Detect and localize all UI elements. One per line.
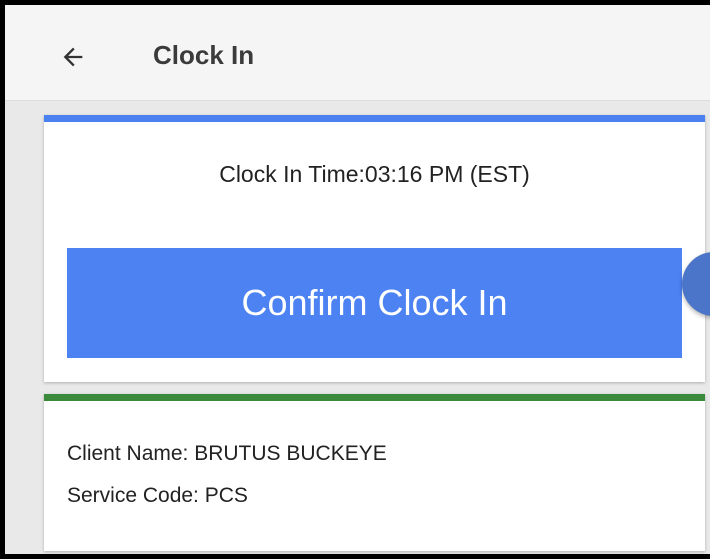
page-title: Clock In bbox=[153, 40, 255, 70]
client-name: Client Name: BRUTUS BUCKEYE bbox=[67, 442, 387, 465]
screen: Clock In Clock In Time:03:16 PM (EST) Co… bbox=[5, 5, 710, 554]
clock-in-card: Clock In Time:03:16 PM (EST) Confirm Clo… bbox=[44, 115, 705, 382]
client-info-card: Client Name: BRUTUS BUCKEYE Service Code… bbox=[44, 394, 705, 551]
back-button[interactable] bbox=[49, 33, 97, 81]
arrow-left-icon bbox=[63, 47, 83, 67]
confirm-clock-in-label: Confirm Clock In bbox=[241, 282, 508, 323]
clock-in-time: Clock In Time:03:16 PM (EST) bbox=[219, 161, 530, 187]
app-bar: Clock In bbox=[5, 5, 710, 101]
confirm-clock-in-button[interactable]: Confirm Clock In bbox=[67, 248, 682, 358]
service-code: Service Code: PCS bbox=[67, 484, 248, 507]
